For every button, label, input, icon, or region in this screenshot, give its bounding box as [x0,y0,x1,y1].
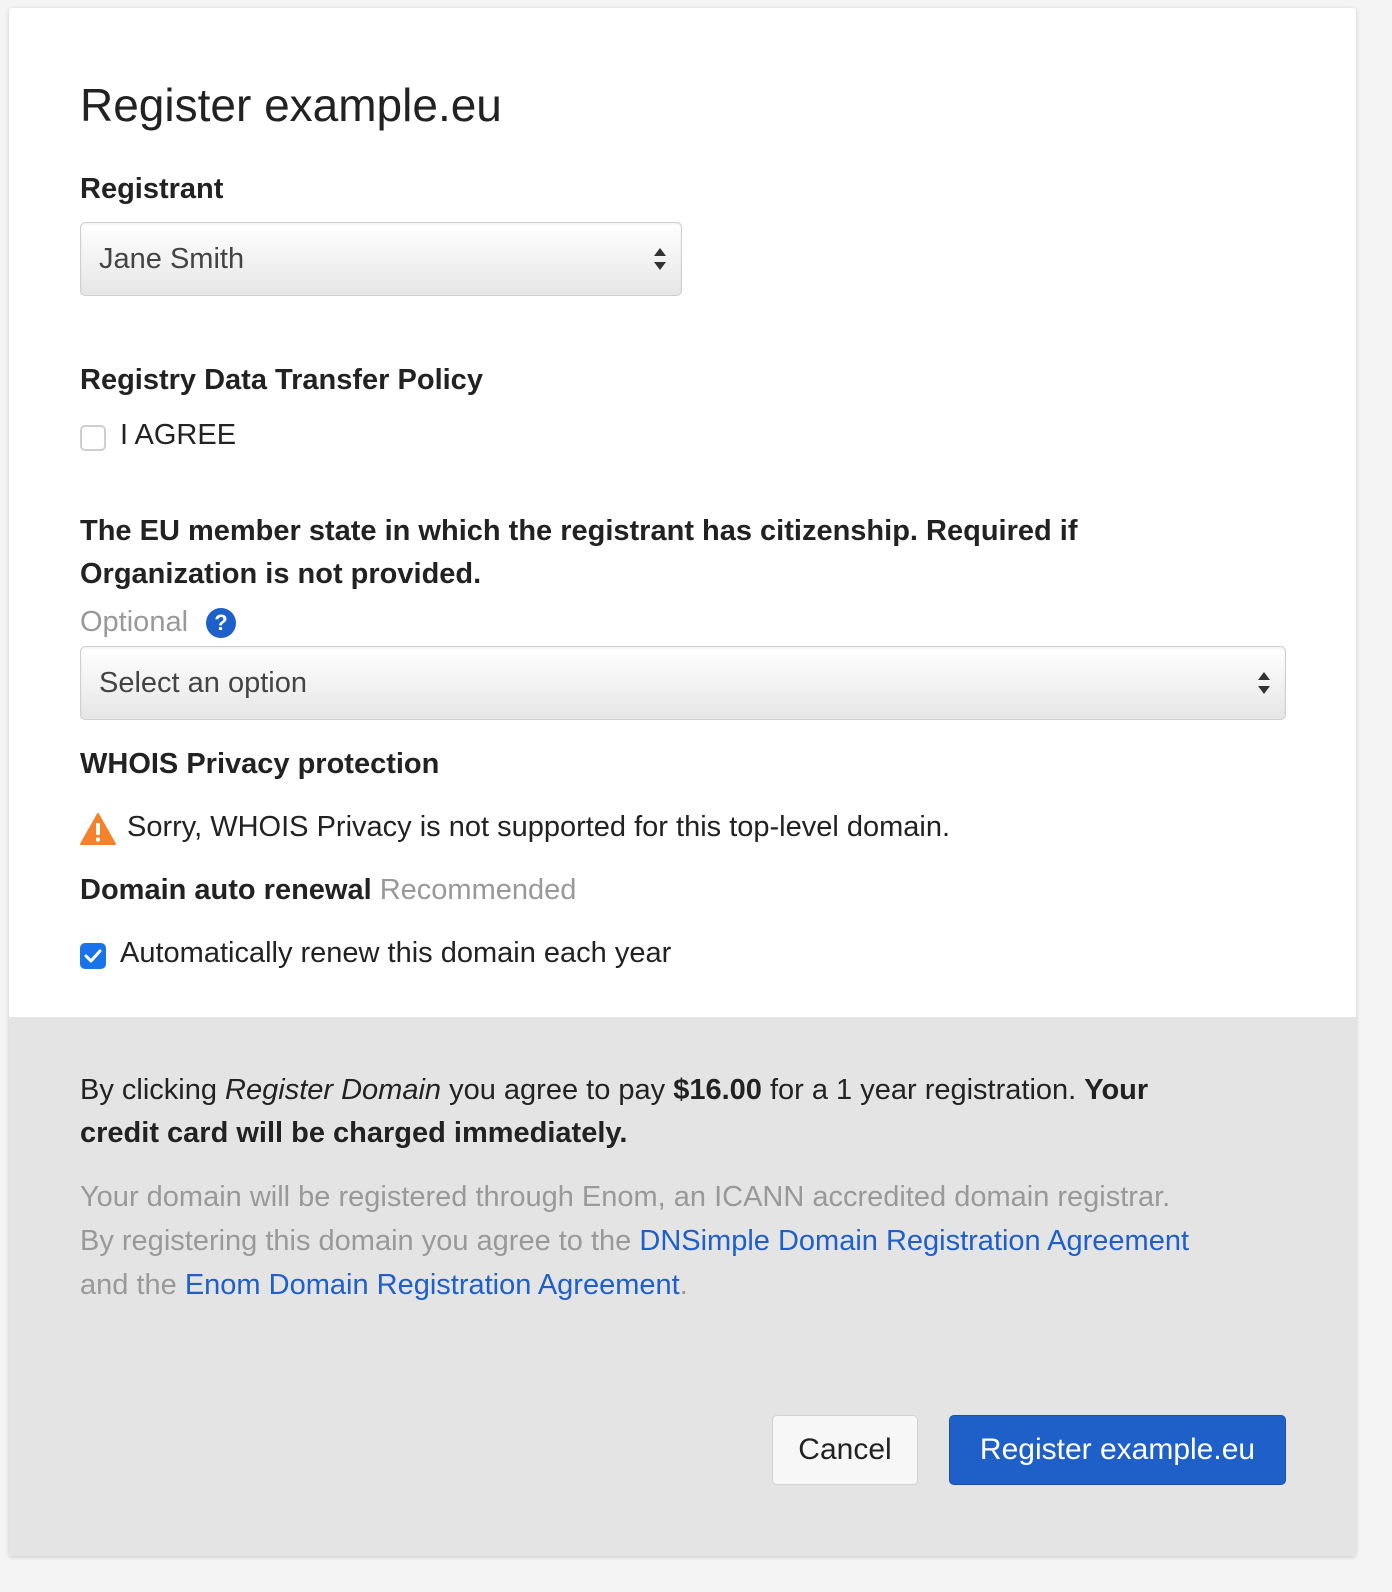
register-button[interactable]: Register example.eu [949,1415,1286,1485]
help-icon[interactable]: ? [206,608,236,638]
renewal-label: Domain auto renewal [80,874,372,906]
register-domain-emphasis: Register Domain [225,1074,442,1106]
payment-notice: By clicking Register Domain you agree to… [80,1069,1300,1155]
warning-triangle-icon [80,813,116,845]
select-arrows-icon [1258,672,1270,694]
whois-label: WHOIS Privacy protection [80,748,440,780]
payment-text: By clicking [80,1074,226,1106]
agree-label: I AGREE [120,419,237,451]
payment-text: you agree to pay [441,1074,674,1106]
registrar-text: Your domain will be registered through E… [80,1181,1171,1213]
dialog-title: Register example.eu [80,79,502,131]
cancel-button[interactable]: Cancel [772,1415,918,1485]
registrar-text: . [679,1269,688,1301]
citizenship-label-line2: Organization is not provided. [80,558,482,590]
citizenship-select-value: Select an option [99,666,307,699]
citizenship-label-line1: The EU member state in which the registr… [80,515,1078,547]
dialog-body: Register example.eu Registrant Jane Smit… [9,8,1356,1017]
checkmark-icon [84,949,102,963]
dnsimple-agreement-link[interactable]: DNSimple Domain Registration Agreement [639,1225,1189,1257]
policy-label: Registry Data Transfer Policy [80,364,483,396]
auto-renew-checkbox[interactable] [80,943,106,969]
enom-agreement-link[interactable]: Enom Domain Registration Agreement [185,1269,680,1301]
registrant-select-value: Jane Smith [99,242,245,275]
renewal-heading: Domain auto renewal Recommended [80,874,576,907]
whois-message: Sorry, WHOIS Privacy is not supported fo… [127,811,951,843]
charge-warning: credit card will be charged immediately. [80,1117,628,1149]
recommended-badge: Recommended [379,874,577,906]
registrant-label: Registrant [80,173,224,205]
auto-renew-label: Automatically renew this domain each yea… [120,937,672,969]
price: $16.00 [673,1074,762,1106]
dialog-footer: By clicking Register Domain you agree to… [9,1017,1356,1556]
select-arrows-icon [654,248,666,270]
payment-text: for a 1 year registration. [761,1074,1085,1106]
registrar-notice: Your domain will be registered through E… [80,1175,1330,1307]
optional-hint: Optional [80,606,189,638]
registrar-text: By registering this domain you agree to … [80,1225,640,1257]
registrant-select[interactable]: Jane Smith [80,222,682,296]
register-domain-dialog: Register example.eu Registrant Jane Smit… [9,8,1356,1556]
citizenship-label: The EU member state in which the registr… [80,510,1300,596]
citizenship-select[interactable]: Select an option [80,646,1286,720]
agree-checkbox[interactable] [80,425,106,451]
charge-warning: Your [1084,1074,1149,1106]
registrar-text: and the [80,1269,185,1301]
